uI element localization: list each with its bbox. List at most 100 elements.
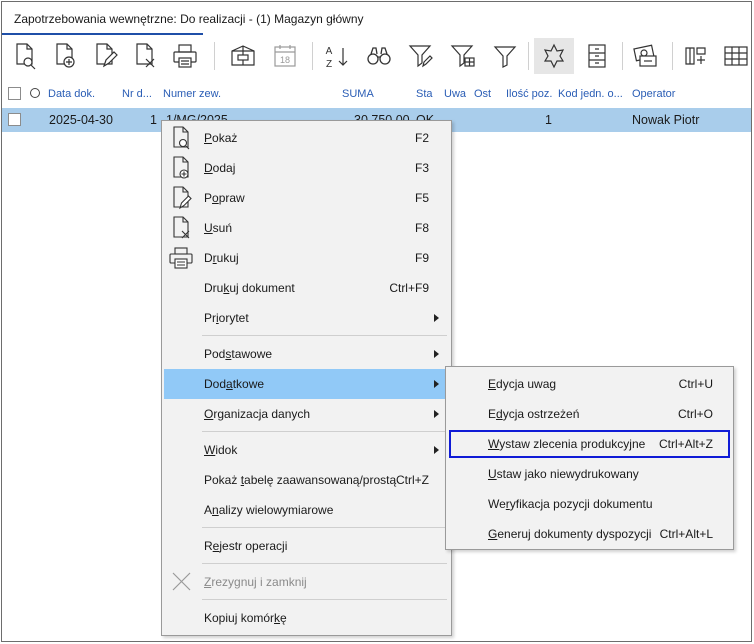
select-all-checkbox[interactable] — [8, 87, 21, 100]
menu-item-zrezygnuj[interactable]: Zrezygnuj i zamknij — [164, 567, 449, 597]
menu-item-usun[interactable]: Usuń F8 — [164, 213, 449, 243]
shortcut: F3 — [414, 161, 429, 175]
column-header-ilosc-poz[interactable]: Ilość poz. — [506, 88, 552, 100]
filter-icon — [493, 46, 517, 68]
sort-button[interactable]: A Z — [320, 38, 354, 74]
calendar-icon: 18 — [274, 45, 296, 67]
money-button[interactable] — [628, 38, 662, 74]
submenu-item-edycja-ostrzezen[interactable]: Edycja ostrzeżeń Ctrl+O — [448, 399, 731, 429]
shortcut: F8 — [414, 221, 429, 235]
calendar-day: 18 — [280, 55, 290, 65]
menu-item-kopiuj-komorke[interactable]: Kopiuj komórkę — [164, 603, 449, 633]
column-header-ostrzezenia[interactable]: Ost — [474, 88, 491, 100]
print-icon — [169, 247, 193, 269]
filter-edit-icon — [408, 45, 433, 68]
shortcut: Ctrl+Z — [396, 473, 429, 487]
submenu-item-wystaw-zlecenia[interactable]: Wystaw zlecenia produkcyjne Ctrl+Alt+Z — [448, 429, 731, 459]
column-header-suma[interactable]: SUMA — [342, 88, 374, 100]
delete-icon — [136, 43, 155, 68]
submenu-arrow-icon — [434, 314, 439, 322]
column-header-numer-zew[interactable]: Numer zew. — [163, 88, 221, 100]
columns-icon — [685, 47, 706, 65]
grid-button[interactable] — [718, 38, 751, 74]
show-icon — [173, 126, 190, 150]
menu-separator — [202, 563, 447, 564]
shortcut: F9 — [414, 251, 429, 265]
menu-item-pokaz-tabele[interactable]: Pokaż tabelę zaawansowaną/prostą Ctrl+Z — [164, 465, 449, 495]
filter-button[interactable] — [488, 38, 522, 74]
print-icon — [173, 44, 197, 68]
menu-item-popraw[interactable]: Popraw F5 — [164, 183, 449, 213]
menu-item-podstawowe[interactable]: Podstawowe — [164, 339, 449, 369]
column-header-operator[interactable]: Operator — [632, 88, 675, 100]
menu-item-dodatkowe[interactable]: Dodatkowe — [164, 369, 449, 399]
submenu-item-ustaw-niewydrukowany[interactable]: Ustaw jako niewydrukowany — [448, 459, 731, 489]
menu-item-widok[interactable]: Widok — [164, 435, 449, 465]
delete-button[interactable] — [128, 38, 162, 74]
submenu-arrow-icon — [434, 446, 439, 454]
sort-top-letter: A — [326, 46, 333, 57]
menu-separator — [202, 599, 447, 600]
menu-item-dodaj[interactable]: Dodaj F3 — [164, 153, 449, 183]
sort-az-icon: A Z — [326, 46, 348, 70]
cell-ilosc: 1 — [545, 113, 552, 127]
cell-operator: Nowak Piotr — [632, 113, 700, 127]
shortcut: Ctrl+O — [677, 407, 713, 421]
context-menu: Pokaż F2 Dodaj F3 Popraw F5 Usuń F8 Druk… — [161, 120, 452, 636]
columns-button[interactable] — [678, 38, 712, 74]
column-header-status[interactable]: Sta — [416, 88, 433, 100]
submenu-dodatkowe: Edycja uwag Ctrl+U Edycja ostrzeżeń Ctrl… — [445, 366, 734, 550]
menu-item-pokaz[interactable]: Pokaż F2 — [164, 123, 449, 153]
menu-separator — [202, 527, 447, 528]
calendar-button[interactable]: 18 — [268, 38, 302, 74]
shortcut: F5 — [414, 191, 429, 205]
title-tab-indicator — [2, 33, 203, 35]
menu-item-organizacja-danych[interactable]: Organizacja danych — [164, 399, 449, 429]
window-title: Zapotrzebowania wewnętrzne: Do realizacj… — [14, 12, 364, 26]
menu-item-priorytet[interactable]: Priorytet — [164, 303, 449, 333]
app-window: Zapotrzebowania wewnętrzne: Do realizacj… — [1, 1, 752, 642]
submenu-item-weryfikacja[interactable]: Weryfikacja pozycji dokumentu — [448, 489, 731, 519]
package-button[interactable] — [226, 38, 260, 74]
grid-icon — [724, 46, 748, 66]
shortcut: Ctrl+U — [678, 377, 713, 391]
add-button[interactable] — [48, 38, 82, 74]
submenu-arrow-icon — [434, 380, 439, 388]
menu-separator — [202, 431, 447, 432]
shortcut: Ctrl+F9 — [389, 281, 429, 295]
search-button[interactable] — [362, 38, 396, 74]
print-button[interactable] — [168, 38, 202, 74]
favorite-button[interactable] — [534, 38, 574, 74]
column-header-data-dok[interactable]: Data dok. — [48, 88, 95, 100]
shortcut: Ctrl+Alt+Z — [658, 437, 713, 451]
menu-item-drukuj[interactable]: Drukuj F9 — [164, 243, 449, 273]
column-header-kod-jedn[interactable]: Kod jedn. o... — [558, 88, 623, 100]
submenu-arrow-icon — [434, 410, 439, 418]
menu-item-analizy[interactable]: Analizy wielowymiarowe — [164, 495, 449, 525]
edit-button[interactable] — [88, 38, 122, 74]
binoculars-icon — [367, 47, 391, 65]
menu-item-rejestr-operacji[interactable]: Rejestr operacji — [164, 531, 449, 561]
row-checkbox[interactable] — [8, 113, 21, 126]
filter-grid-button[interactable] — [446, 38, 480, 74]
edit-icon — [96, 43, 118, 68]
filter-edit-button[interactable] — [404, 38, 438, 74]
close-icon — [172, 572, 191, 591]
money-icon — [633, 44, 657, 67]
submenu-item-generuj-dokumenty[interactable]: Generuj dokumenty dyspozycji Ctrl+Alt+L — [448, 519, 731, 549]
add-icon — [56, 43, 75, 68]
menu-item-drukuj-dokument[interactable]: Drukuj dokument Ctrl+F9 — [164, 273, 449, 303]
edit-icon — [173, 186, 192, 210]
cell-date: 2025-04-30 — [49, 113, 113, 127]
column-header-nr-dok[interactable]: Nr d... — [122, 88, 152, 100]
show-button[interactable] — [8, 38, 42, 74]
submenu-item-edycja-uwag[interactable]: Edycja uwag Ctrl+U — [448, 369, 731, 399]
cabinet-button[interactable] — [580, 38, 614, 74]
submenu-arrow-icon — [434, 350, 439, 358]
delete-icon — [173, 216, 190, 239]
toolbar: 18 A Z — [2, 38, 751, 78]
column-header-uwagi[interactable]: Uwa — [444, 88, 466, 100]
package-icon — [231, 45, 255, 66]
cabinet-icon — [588, 44, 606, 68]
show-icon — [16, 43, 36, 70]
